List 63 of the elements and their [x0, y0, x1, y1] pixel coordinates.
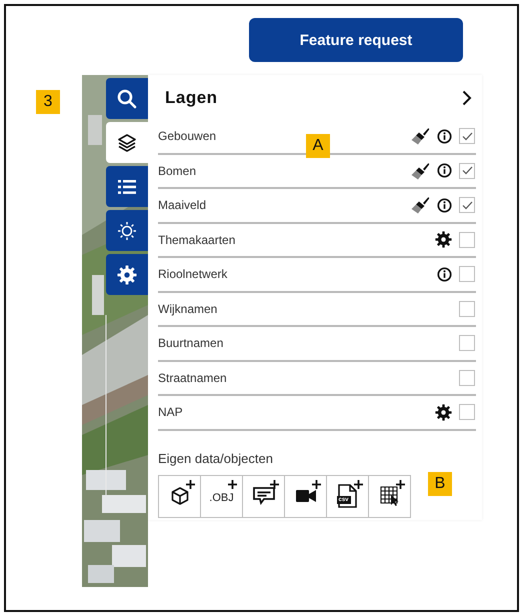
video-camera-icon [296, 490, 316, 502]
layer-checkbox[interactable] [459, 300, 475, 317]
info-icon[interactable] [437, 163, 452, 178]
add-text-button[interactable]: .OBJ [200, 474, 243, 518]
layer-name: NAP [158, 405, 184, 420]
check-icon [462, 132, 472, 141]
layer-name: Themakaarten [158, 232, 236, 247]
info-icon[interactable] [437, 198, 452, 213]
add-grid-button[interactable] [368, 474, 411, 518]
layer-name: Buurtnamen [158, 336, 224, 350]
table-icon [380, 486, 400, 506]
layer-name: Straatnamen [158, 370, 228, 385]
sun-tab[interactable] [106, 210, 148, 251]
layer-checkbox[interactable] [459, 162, 475, 179]
plus-icon [228, 480, 237, 488]
layer-name: Bomen [158, 164, 198, 178]
settings-icon[interactable] [435, 231, 452, 248]
search-icon [117, 88, 137, 108]
layer-checkbox[interactable] [459, 232, 475, 248]
layer-name: Gebouwen [158, 129, 218, 144]
layer-checkbox[interactable] [459, 404, 475, 420]
settings-icon [117, 264, 137, 284]
callout-label: A [306, 134, 330, 158]
layers-icon [117, 132, 137, 152]
paintbrush-icon[interactable] [410, 162, 430, 180]
callout-label: 3 [36, 90, 60, 114]
feature-request-button[interactable]: Feature request [249, 18, 463, 62]
layer-name: Rioolnetwerk [158, 267, 228, 282]
settings-icon[interactable] [435, 404, 452, 421]
layer-checkbox[interactable] [459, 370, 475, 386]
paintbrush-icon[interactable] [410, 127, 430, 146]
obj-label: .OBJ [209, 492, 234, 504]
layers-tab[interactable] [106, 122, 148, 163]
plus-icon [354, 480, 363, 488]
comment-icon [252, 487, 274, 505]
search-tab[interactable] [106, 78, 148, 119]
layer-checkbox[interactable] [459, 266, 475, 282]
layer-checkbox[interactable] [459, 128, 475, 144]
panel-title: Lagen [165, 88, 218, 108]
add-cube-button[interactable] [158, 474, 201, 518]
plus-icon [396, 480, 405, 488]
list-icon [118, 178, 136, 194]
sun-icon [117, 220, 137, 240]
layer-name: Wijknamen [158, 302, 218, 316]
check-icon [462, 200, 472, 210]
check-icon [462, 166, 472, 176]
chevron-right-icon[interactable] [462, 90, 472, 106]
section-title: Eigen data/objecten [158, 450, 274, 466]
layer-name: Maaiveld [158, 198, 208, 212]
layer-checkbox[interactable] [459, 335, 475, 352]
plus-icon [186, 480, 195, 488]
info-icon[interactable] [437, 128, 452, 144]
layer-checkbox[interactable] [459, 197, 475, 214]
add-annotation-button[interactable] [242, 474, 285, 518]
plus-icon [270, 480, 279, 488]
info-icon[interactable] [437, 266, 452, 282]
paintbrush-icon[interactable] [410, 196, 430, 214]
list-tab[interactable] [106, 166, 148, 207]
plus-icon [312, 480, 321, 488]
settings-tab[interactable] [106, 254, 148, 295]
cube-icon [170, 486, 190, 506]
add-camera-button[interactable] [284, 474, 327, 518]
callout-label: B [428, 472, 452, 496]
